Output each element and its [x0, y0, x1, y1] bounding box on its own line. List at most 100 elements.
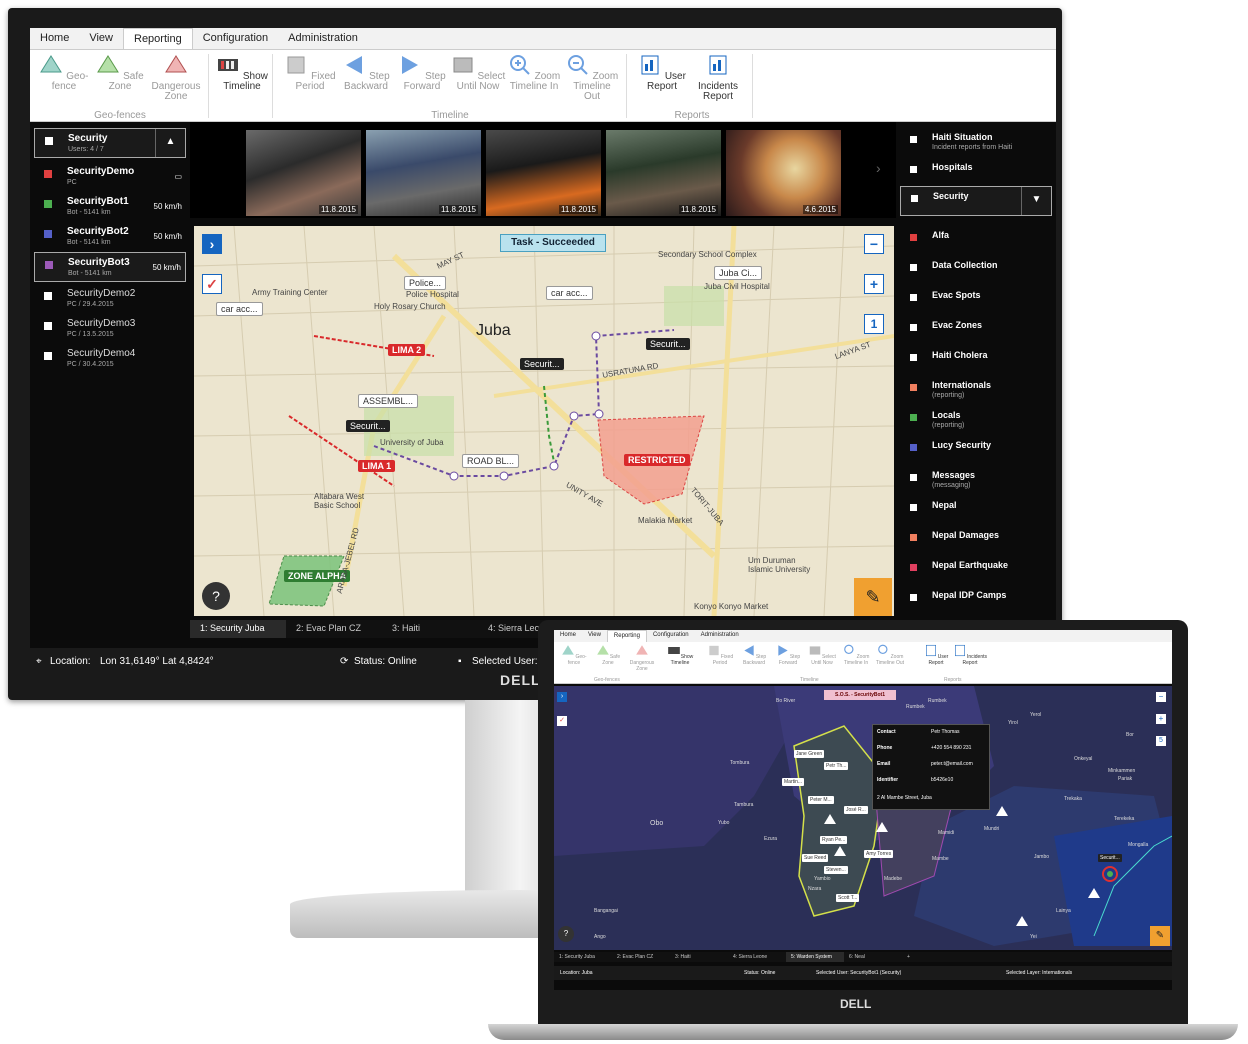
gallery-thumbnail[interactable]: 11.8.2015 [366, 130, 481, 216]
list-item-user[interactable]: SecurityBot1 Bot - 5141 km 50 km/h [34, 192, 186, 222]
layer-item[interactable]: Evac Zones [900, 316, 1052, 344]
layer-item[interactable]: Nepal Earthquake [900, 556, 1052, 584]
layer-item[interactable]: Messages (messaging) [900, 466, 1052, 494]
map-tab[interactable]: 3: Haiti [670, 952, 728, 962]
add-tab-icon[interactable]: + [902, 952, 922, 962]
zoom-timeline-out-button[interactable]: Zoom Timeline Out [564, 54, 620, 102]
map-marker-security[interactable]: Securit... [346, 420, 390, 432]
step-backward-button[interactable]: Step Backward [736, 644, 772, 666]
person-marker[interactable]: Sue Reed [802, 854, 829, 862]
map-tab[interactable]: 1: Security Juba [190, 620, 286, 638]
map-marker-roadblock[interactable]: ROAD BL... [462, 454, 520, 468]
tab-view[interactable]: View [582, 630, 607, 642]
group-header-security[interactable]: Security Users: 4 / 7 ▲ [34, 128, 186, 158]
layer-item[interactable]: Evac Spots [900, 286, 1052, 314]
show-timeline-button[interactable]: Show Timeline [214, 54, 270, 92]
dangerous-zone-button[interactable]: Dangerous Zone [148, 54, 204, 102]
dangerous-zone-button[interactable]: Dangerous Zone [624, 644, 660, 672]
select-until-now-button[interactable]: Select Until Now [804, 644, 840, 666]
map-tab[interactable]: 5: Warden System [786, 952, 844, 962]
map-marker-hospital[interactable]: Juba Ci... [714, 266, 763, 280]
tab-configuration[interactable]: Configuration [647, 630, 695, 642]
layer-item[interactable]: Internationals (reporting) [900, 376, 1052, 404]
zoom-in-button[interactable]: + [864, 274, 884, 294]
layer-item[interactable]: Locals (reporting) [900, 406, 1052, 434]
zoom-out-button[interactable]: − [1156, 692, 1166, 702]
layer-item[interactable]: Data Collection [900, 256, 1052, 284]
gallery-thumbnail[interactable]: 11.8.2015 [246, 130, 361, 216]
map-marker-assembly[interactable]: ASSEMBL... [358, 394, 419, 408]
checklist-icon[interactable]: ✓ [557, 716, 567, 726]
layer-item[interactable]: Lucy Security [900, 436, 1052, 464]
fixed-period-button[interactable]: Fixed Period [282, 54, 338, 92]
map-marker-car-accident[interactable]: car acc... [216, 302, 263, 316]
edit-pencil-icon[interactable]: ✎ [1150, 926, 1170, 946]
safe-zone-button[interactable]: Safe Zone [590, 644, 626, 666]
tab-reporting[interactable]: Reporting [606, 630, 647, 642]
geo-fence-button[interactable]: Geo-fence [556, 644, 592, 666]
security-marker[interactable]: Securit... [1098, 854, 1122, 862]
checklist-icon[interactable]: ✓ [202, 274, 222, 294]
user-report-button[interactable]: User Report [918, 644, 954, 666]
layer-count-button[interactable]: 1 [864, 314, 884, 334]
tab-home[interactable]: Home [30, 28, 79, 49]
map-view[interactable]: › ✓ − + 1 Task - Succeeded Juba Police..… [194, 226, 894, 616]
list-item-user[interactable]: SecurityDemo PC ▭ [34, 162, 186, 192]
person-marker[interactable]: Steven... [824, 866, 848, 874]
step-forward-button[interactable]: Step Forward [394, 54, 450, 92]
layer-count-button[interactable]: 5 [1156, 736, 1166, 746]
zone-label-lima2[interactable]: LIMA 2 [388, 344, 426, 356]
zoom-timeline-in-button[interactable]: Zoom Timeline In [838, 644, 874, 666]
fixed-period-button[interactable]: Fixed Period [702, 644, 738, 666]
map-marker-police[interactable]: Police... [404, 276, 447, 290]
step-backward-button[interactable]: Step Backward [338, 54, 394, 92]
layer-item[interactable]: Nepal [900, 496, 1052, 524]
chevron-right-icon[interactable]: › [876, 160, 881, 176]
show-timeline-button[interactable]: Show Timeline [662, 644, 698, 666]
zone-label-restricted[interactable]: RESTRICTED [624, 454, 690, 466]
gallery-thumbnail[interactable]: 11.8.2015 [606, 130, 721, 216]
person-marker[interactable]: Scott T... [836, 894, 860, 902]
person-marker[interactable]: Peter M... [808, 796, 834, 804]
zoom-in-button[interactable]: + [1156, 714, 1166, 724]
tab-view[interactable]: View [79, 28, 123, 49]
map-tab[interactable]: 1: Security Juba [554, 952, 612, 962]
map-tab[interactable]: 3: Haiti [382, 620, 478, 638]
zoom-timeline-out-button[interactable]: Zoom Timeline Out [872, 644, 908, 666]
incidents-report-button[interactable]: Incidents Report [952, 644, 988, 666]
tab-administration[interactable]: Administration [278, 28, 368, 49]
layer-item[interactable]: Alfa [900, 226, 1052, 254]
gallery-thumbnail[interactable]: 11.8.2015 [486, 130, 601, 216]
list-item-user[interactable]: SecurityDemo4 PC / 30.4.2015 [34, 344, 186, 374]
layer-item[interactable]: Haiti Situation Incident reports from Hai… [900, 128, 1052, 156]
layer-item[interactable]: Haiti Cholera [900, 346, 1052, 374]
chevron-down-icon[interactable]: ▼ [1021, 187, 1051, 215]
list-item-user[interactable]: SecurityDemo2 PC / 29.4.2015 [34, 284, 186, 314]
step-forward-button[interactable]: Step Forward [770, 644, 806, 666]
help-globe-icon[interactable]: ? [558, 926, 574, 942]
person-marker[interactable]: Ryan Pe... [820, 836, 848, 844]
select-until-now-button[interactable]: Select Until Now [450, 54, 506, 92]
tab-administration[interactable]: Administration [695, 630, 745, 642]
tab-home[interactable]: Home [554, 630, 582, 642]
map-tab[interactable]: 2: Evac Plan CZ [286, 620, 382, 638]
person-marker[interactable]: Jane Green [794, 750, 825, 758]
layer-item[interactable]: Hospitals [900, 158, 1052, 186]
zoom-out-button[interactable]: − [864, 234, 884, 254]
person-marker[interactable]: Martin... [782, 778, 805, 786]
safe-zone-button[interactable]: Safe Zone [92, 54, 148, 92]
map-tab[interactable]: 4: Sierra Leone [728, 952, 786, 962]
person-marker[interactable]: José R... [844, 806, 868, 814]
expand-panel-button[interactable]: › [202, 234, 222, 254]
chevron-up-icon[interactable]: ▲ [155, 129, 185, 157]
gallery-thumbnail[interactable]: 4.6.2015 [726, 130, 841, 216]
expand-panel-button[interactable]: › [557, 692, 567, 702]
list-item-user-selected[interactable]: SecurityBot3 Bot - 5141 km 50 km/h [34, 252, 186, 282]
user-report-button[interactable]: User Report [634, 54, 690, 92]
person-marker[interactable]: Petr Th... [824, 762, 849, 770]
layer-item[interactable]: Nepal IDP Camps [900, 586, 1052, 614]
layer-group-security[interactable]: Security ▼ [900, 186, 1052, 216]
map-marker-car-accident[interactable]: car acc... [546, 286, 593, 300]
list-item-user[interactable]: SecurityBot2 Bot - 5141 km 50 km/h [34, 222, 186, 252]
edit-pencil-icon[interactable]: ✎ [854, 578, 892, 616]
